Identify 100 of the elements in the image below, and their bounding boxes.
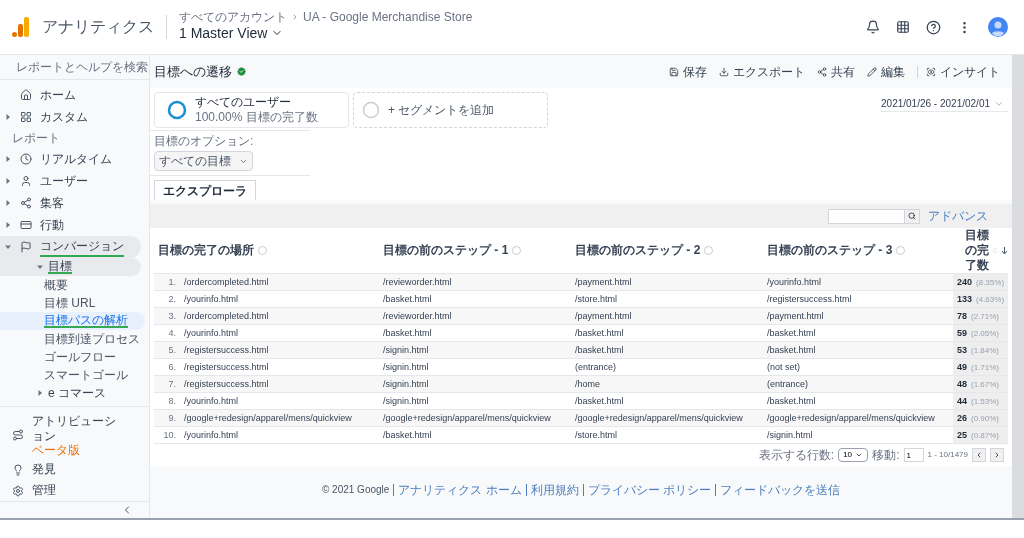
caret-icon: [855, 451, 864, 459]
search-field[interactable]: レポートとヘルプを検索: [16, 58, 150, 77]
segment-card[interactable]: すべてのユーザー 100.00% 目標の完了数: [154, 92, 349, 128]
copyright: © 2021 Google: [321, 485, 390, 495]
table-cell: /store.html: [575, 429, 617, 440]
empty-ring-icon: [362, 101, 380, 119]
table-cell: /signin.html: [383, 361, 429, 372]
apps-icon[interactable]: [896, 20, 910, 34]
help-icon: [704, 246, 714, 255]
tab[interactable]: エクスプローラ: [154, 180, 256, 200]
column-header[interactable]: 目標の完了数: [953, 228, 989, 273]
flag-icon: [20, 241, 32, 254]
breadcrumb-link[interactable]: すべてのアカウント: [179, 10, 287, 23]
row-number: 2.: [167, 294, 176, 304]
section-label: レポート: [11, 132, 61, 145]
footer-link[interactable]: プライバシー ポリシー: [582, 484, 712, 496]
nav-item[interactable]: 行動: [0, 214, 141, 237]
completion-share: (1.67%): [971, 379, 1000, 389]
completion-share: (2.71%): [971, 311, 1000, 321]
sort-arrow-icon[interactable]: [1001, 246, 1008, 255]
nav-item[interactable]: アトリビューション ベータ版: [0, 411, 149, 460]
nav-subitem[interactable]: 概要: [0, 276, 145, 295]
nav-item[interactable]: ユーザー: [0, 170, 141, 193]
nav-item[interactable]: ホーム: [0, 84, 141, 107]
help-icon[interactable]: [926, 19, 941, 35]
scrollbar[interactable]: [1012, 55, 1024, 518]
column-header[interactable]: 目標の前のステップ - 2: [575, 243, 701, 258]
table-cell: /basket.html: [383, 429, 432, 440]
nav-item[interactable]: 管理: [0, 480, 149, 502]
date-range[interactable]: 2021/01/26 - 2021/02/01: [881, 96, 1008, 112]
nav-subitem[interactable]: 目標パスの解析: [0, 312, 145, 331]
clock-icon: [20, 153, 32, 166]
goto-field[interactable]: 1: [903, 448, 924, 462]
completion-share: (2.05%): [971, 328, 1000, 338]
toolbar-button[interactable]: インサイト: [917, 65, 1000, 78]
nav-item[interactable]: 集客: [0, 192, 141, 215]
chevron-left-icon: [975, 451, 983, 459]
table-cell: /basket.html: [383, 327, 432, 338]
row-number: 10.: [162, 430, 176, 440]
nav-subitem[interactable]: ゴールフロー: [0, 348, 145, 367]
completion-share: (0.87%): [971, 430, 1000, 440]
table-cell: /yourinfo.html: [184, 327, 239, 338]
caret-right-icon: [4, 222, 12, 229]
caret-right-icon: [4, 178, 12, 185]
person-icon: [20, 175, 32, 188]
toolbar-button[interactable]: 編集: [867, 65, 905, 78]
window-icon: [20, 219, 32, 232]
help-icon: [512, 246, 522, 255]
help-icon: [258, 246, 267, 255]
help-icon: [992, 246, 997, 255]
advanced-link[interactable]: アドバンス: [928, 207, 988, 225]
table-cell: /google+redesign/apparel/mens/quickview: [383, 412, 551, 423]
bell-icon[interactable]: [866, 20, 880, 34]
toolbar-button[interactable]: エクスポート: [719, 65, 805, 78]
nav-subitem[interactable]: 目標 URL: [0, 294, 145, 313]
toolbar-button[interactable]: 共有: [817, 65, 855, 78]
completion-count: 240: [957, 276, 973, 287]
nav-subitem[interactable]: スマートゴール: [0, 366, 145, 385]
footer-link[interactable]: 利用規約: [525, 484, 579, 496]
nav-label: ユーザー: [40, 173, 88, 191]
table-cell: /payment.html: [767, 310, 824, 321]
table-cell: /ordercompleted.html: [184, 310, 269, 321]
table-cell: /registersuccess.html: [184, 361, 269, 372]
home-icon: [20, 89, 32, 102]
add-segment-card[interactable]: + セグメントを追加: [353, 92, 548, 128]
column-header[interactable]: 目標の前のステップ - 1: [383, 243, 509, 258]
goal-dropdown[interactable]: すべての目標: [154, 151, 253, 171]
column-header[interactable]: 目標の完了の場所: [158, 243, 254, 258]
table-cell: /basket.html: [575, 327, 624, 338]
nav-label: 発見: [32, 462, 57, 478]
row-number: 7.: [167, 379, 176, 389]
avatar-icon[interactable]: [988, 17, 1008, 37]
nav-item[interactable]: 目標: [0, 258, 141, 277]
column-header[interactable]: 目標の前のステップ - 3: [767, 243, 893, 258]
footer-link[interactable]: フィードバックを送信: [715, 484, 841, 496]
rows-select[interactable]: 10: [838, 448, 869, 462]
row-number: 5.: [167, 345, 176, 355]
nav-label: 集客: [40, 195, 64, 213]
completion-share: (1.71%): [971, 362, 1000, 372]
segment-name: すべてのユーザー: [195, 95, 292, 110]
table-cell: /signin.html: [383, 344, 429, 355]
row-number: 8.: [167, 396, 176, 406]
nav-label: 目標: [48, 260, 72, 275]
breadcrumb-link[interactable]: UA - Google Merchandise Store: [303, 10, 473, 23]
table-cell: /registersuccess.html: [184, 344, 269, 355]
nav-subitem[interactable]: 目標到達プロセス: [0, 330, 145, 349]
pencil-icon: [867, 66, 877, 77]
nav-item[interactable]: コンバージョン: [0, 236, 141, 259]
nav-item[interactable]: カスタム: [0, 106, 141, 129]
toolbar-button[interactable]: 保存: [669, 65, 707, 78]
table-search-field[interactable]: [828, 208, 920, 224]
chevron-right-icon: [993, 451, 1001, 459]
nav-item[interactable]: e コマース: [0, 384, 141, 403]
nav-label: 行動: [40, 217, 64, 235]
table-cell: /payment.html: [575, 276, 632, 287]
lightbulb-icon: [12, 463, 24, 476]
nav-item[interactable]: リアルタイム: [0, 148, 141, 171]
table-cell: /yourinfo.html: [184, 429, 239, 440]
nav-item[interactable]: 発見: [0, 459, 149, 481]
footer-link[interactable]: アナリティクス ホーム: [393, 484, 522, 496]
